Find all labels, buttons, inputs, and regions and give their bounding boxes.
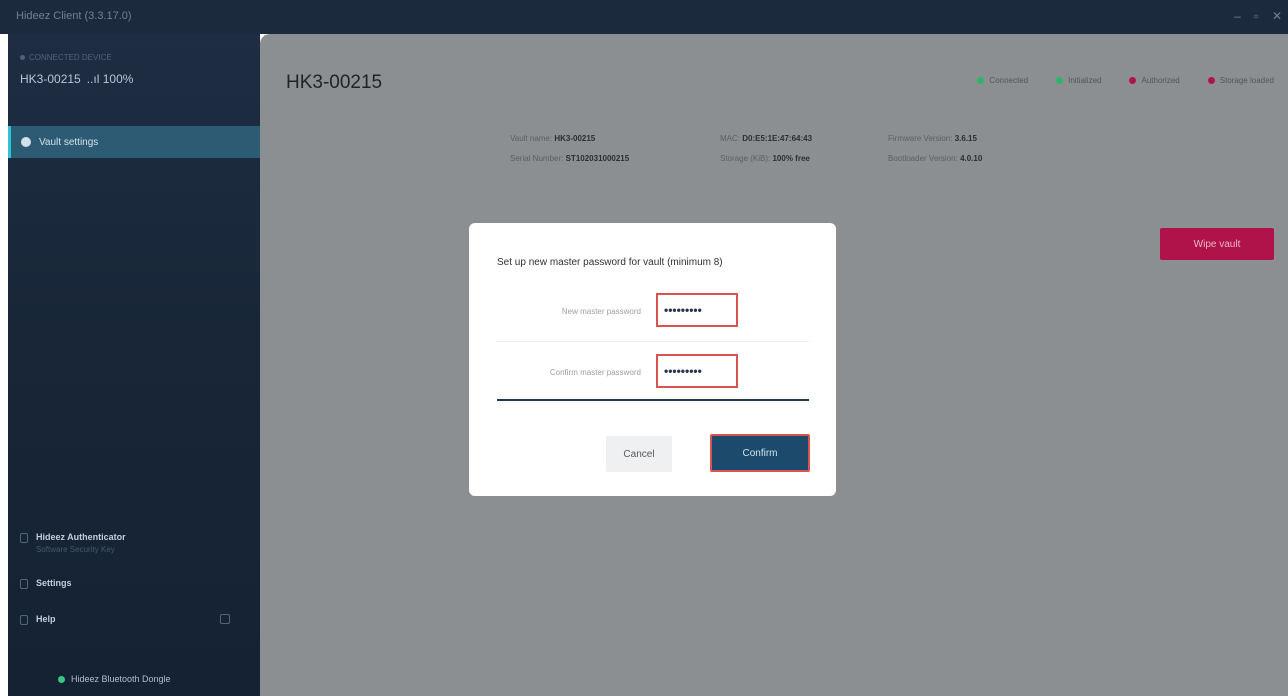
window-title: Hideez Client (3.3.17.0) bbox=[16, 10, 132, 22]
divider bbox=[497, 341, 809, 342]
storage-info: Storage (KiB): 100% free bbox=[720, 154, 810, 163]
device-subtitle: CONNECTED DEVICE bbox=[29, 53, 112, 62]
status-dot-icon bbox=[977, 77, 985, 84]
device-connection-label: CONNECTED DEVICE bbox=[20, 53, 112, 62]
device-name: HK3-00215 bbox=[20, 72, 81, 86]
settings-label: Settings bbox=[36, 578, 72, 588]
bootloader-info: Bootloader Version: 4.0.10 bbox=[888, 154, 983, 163]
new-password-label: New master password bbox=[561, 307, 641, 316]
set-password-dialog: Set up new master password for vault (mi… bbox=[469, 223, 836, 496]
status-row: Connected Initialized Authorized Storage… bbox=[977, 76, 1274, 85]
dialog-divider bbox=[497, 399, 809, 401]
sidebar-item-authenticator[interactable]: Hideez Authenticator Software Security K… bbox=[20, 532, 126, 554]
status-label: Authorized bbox=[1141, 76, 1180, 85]
sidebar-item-vault-settings[interactable]: Vault settings bbox=[8, 126, 260, 158]
signal-battery: ..ıl 100% bbox=[86, 72, 134, 86]
authenticator-subtitle: Software Security Key bbox=[36, 545, 115, 554]
authenticator-title: Hideez Authenticator bbox=[36, 532, 126, 542]
status-connected: Connected bbox=[977, 76, 1028, 85]
confirm-password-label: Confirm master password bbox=[549, 368, 641, 377]
status-authorized: Authorized bbox=[1129, 76, 1180, 85]
wipe-vault-button[interactable]: Wipe vault bbox=[1160, 228, 1274, 260]
maximize-icon[interactable]: ▫ bbox=[1254, 9, 1258, 23]
collapse-sidebar-icon[interactable] bbox=[220, 614, 230, 624]
sidebar-item-settings[interactable]: Settings bbox=[20, 578, 72, 589]
sidebar: CONNECTED DEVICE HK3-00215 ..ıl 100% Vau… bbox=[8, 34, 260, 696]
connection-dot-icon bbox=[20, 55, 25, 60]
dialog-title: Set up new master password for vault (mi… bbox=[497, 257, 723, 268]
new-password-input[interactable]: ••••••••• bbox=[656, 293, 738, 327]
cancel-button[interactable]: Cancel bbox=[606, 436, 672, 472]
firmware-info: Firmware Version: 3.6.15 bbox=[888, 134, 977, 143]
status-label: Initialized bbox=[1068, 76, 1102, 85]
vault-info: Vault name: HK3-00215 MAC: D0:E5:1E:47:6… bbox=[510, 134, 1078, 163]
phone-icon bbox=[20, 533, 28, 543]
new-password-row: New master password ••••••••• bbox=[469, 293, 836, 333]
sidebar-item-help[interactable]: Help bbox=[20, 614, 56, 625]
status-label: Storage loaded bbox=[1219, 76, 1274, 85]
gear-icon bbox=[21, 137, 31, 147]
dongle-status: Hideez Bluetooth Dongle bbox=[58, 674, 171, 684]
help-icon bbox=[20, 615, 28, 625]
status-dot-icon bbox=[1056, 77, 1064, 84]
page-title: HK3-00215 bbox=[286, 72, 383, 93]
confirm-button[interactable]: Confirm bbox=[710, 434, 810, 472]
dongle-status-dot-icon bbox=[58, 675, 65, 683]
status-label: Connected bbox=[989, 76, 1029, 85]
title-bar: Hideez Client (3.3.17.0) – ▫ ✕ bbox=[0, 0, 1288, 34]
status-dot-icon bbox=[1129, 77, 1137, 84]
mac-info: MAC: D0:E5:1E:47:64:43 bbox=[720, 134, 813, 143]
minimize-icon[interactable]: – bbox=[1234, 9, 1241, 23]
settings-icon bbox=[20, 579, 28, 589]
close-icon[interactable]: ✕ bbox=[1272, 9, 1282, 23]
confirm-password-input[interactable]: ••••••••• bbox=[656, 354, 738, 388]
status-storage-loaded: Storage loaded bbox=[1207, 76, 1274, 85]
status-dot-icon bbox=[1207, 77, 1215, 84]
help-label: Help bbox=[36, 614, 56, 624]
confirm-password-row: Confirm master password ••••••••• bbox=[469, 354, 836, 394]
app-window: Hideez Client (3.3.17.0) – ▫ ✕ CONNECTED… bbox=[0, 0, 1288, 696]
serial-info: Serial Number: ST102031000215 bbox=[510, 154, 630, 163]
device-header[interactable]: HK3-00215 ..ıl 100% bbox=[20, 72, 133, 86]
status-initialized: Initialized bbox=[1056, 76, 1101, 85]
dongle-label: Hideez Bluetooth Dongle bbox=[71, 674, 171, 684]
vault-name-info: Vault name: HK3-00215 bbox=[510, 134, 596, 143]
sidebar-item-label: Vault settings bbox=[39, 136, 99, 148]
